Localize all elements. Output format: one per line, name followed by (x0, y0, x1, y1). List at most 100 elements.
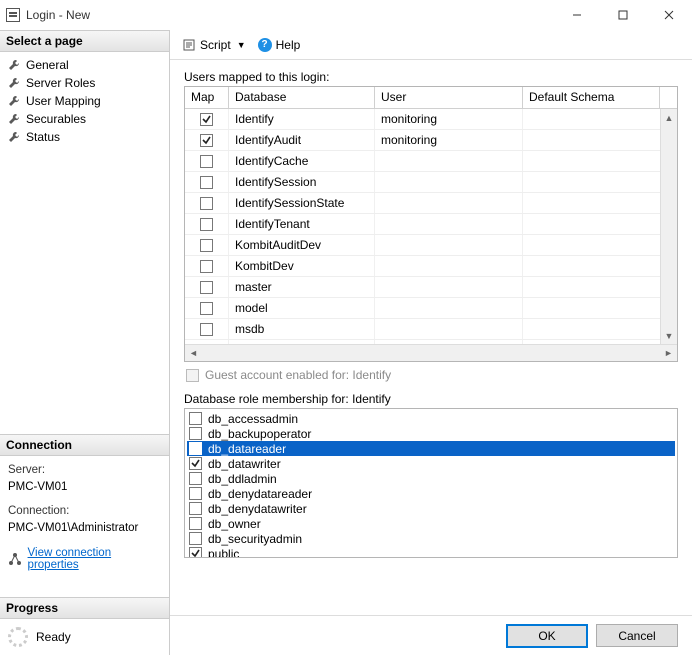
map-checkbox[interactable] (200, 239, 213, 252)
map-checkbox[interactable] (200, 197, 213, 210)
cell-database: KombitDev (229, 256, 375, 276)
view-connection-properties[interactable]: View connection properties (0, 543, 169, 579)
ok-button[interactable]: OK (506, 624, 588, 648)
map-checkbox[interactable] (200, 134, 213, 147)
connection-header: Connection (0, 434, 169, 456)
col-schema[interactable]: Default Schema (523, 87, 660, 108)
role-item-db_denydatawriter[interactable]: db_denydatawriter (187, 501, 675, 516)
table-row[interactable]: IdentifyAuditmonitoring (185, 130, 677, 151)
select-page-header: Select a page (0, 30, 169, 52)
role-checkbox[interactable] (189, 457, 202, 470)
table-row[interactable]: IdentifySessionState (185, 193, 677, 214)
table-row[interactable]: msdb (185, 319, 677, 340)
page-label: Server Roles (26, 76, 95, 90)
role-item-public[interactable]: public (187, 546, 675, 558)
role-item-db_datawriter[interactable]: db_datawriter (187, 456, 675, 471)
table-row[interactable]: KombitDev (185, 256, 677, 277)
maximize-button[interactable] (600, 0, 646, 30)
role-checkbox[interactable] (189, 412, 202, 425)
col-database[interactable]: Database (229, 87, 375, 108)
page-item-general[interactable]: General (0, 56, 169, 74)
table-row[interactable]: KombitAuditDev (185, 235, 677, 256)
guest-checkbox (186, 369, 199, 382)
vertical-scrollbar[interactable]: ▲ ▼ (660, 109, 677, 344)
col-map[interactable]: Map (185, 87, 229, 108)
role-item-db_owner[interactable]: db_owner (187, 516, 675, 531)
role-item-db_ddladmin[interactable]: db_ddladmin (187, 471, 675, 486)
map-checkbox[interactable] (200, 281, 213, 294)
cancel-button[interactable]: Cancel (596, 624, 678, 647)
horizontal-scrollbar[interactable]: ◄ ► (185, 344, 677, 361)
role-item-db_accessadmin[interactable]: db_accessadmin (187, 411, 675, 426)
table-row[interactable]: master (185, 277, 677, 298)
server-label: Server: (8, 462, 161, 479)
grid-body: IdentifymonitoringIdentifyAuditmonitorin… (185, 109, 677, 361)
role-checkbox[interactable] (189, 442, 202, 455)
cell-user (375, 193, 523, 213)
left-panel: Select a page General Server Roles User Ma… (0, 30, 170, 655)
role-item-db_datareader[interactable]: db_datareader (187, 441, 675, 456)
cell-schema (523, 277, 677, 297)
page-label: General (26, 58, 69, 72)
role-item-db_securityadmin[interactable]: db_securityadmin (187, 531, 675, 546)
map-checkbox[interactable] (200, 218, 213, 231)
view-connection-link[interactable]: View connection properties (28, 547, 161, 571)
table-row[interactable]: IdentifySession (185, 172, 677, 193)
cell-schema (523, 298, 677, 318)
role-checkbox[interactable] (189, 487, 202, 500)
right-panel: Script ▼ ? Help Users mapped to this log… (170, 30, 692, 655)
cell-schema (523, 319, 677, 339)
col-scroll-spacer (660, 87, 677, 108)
role-checkbox[interactable] (189, 502, 202, 515)
role-checkbox[interactable] (189, 472, 202, 485)
cell-user: monitoring (375, 130, 523, 150)
page-item-status[interactable]: Status (0, 128, 169, 146)
scroll-down-icon[interactable]: ▼ (661, 327, 677, 344)
map-checkbox[interactable] (200, 113, 213, 126)
dropdown-caret-icon[interactable]: ▼ (237, 40, 246, 50)
databases-grid: Map Database User Default Schema Identif… (184, 86, 678, 362)
window-title: Login - New (26, 8, 554, 22)
page-label: Status (26, 130, 60, 144)
page-item-securables[interactable]: Securables (0, 110, 169, 128)
page-item-server-roles[interactable]: Server Roles (0, 74, 169, 92)
scroll-left-icon[interactable]: ◄ (185, 345, 202, 361)
script-button[interactable]: Script ▼ (178, 36, 250, 54)
col-user[interactable]: User (375, 87, 523, 108)
role-label: db_datawriter (208, 457, 281, 471)
table-row[interactable]: model (185, 298, 677, 319)
role-item-db_backupoperator[interactable]: db_backupoperator (187, 426, 675, 441)
map-checkbox[interactable] (200, 260, 213, 273)
roles-label: Database role membership for: Identify (184, 392, 678, 406)
table-row[interactable]: IdentifyCache (185, 151, 677, 172)
network-icon (8, 552, 22, 566)
close-icon (664, 10, 674, 20)
table-row[interactable]: IdentifyTenant (185, 214, 677, 235)
map-checkbox[interactable] (200, 323, 213, 336)
role-checkbox[interactable] (189, 517, 202, 530)
role-checkbox[interactable] (189, 532, 202, 545)
role-checkbox[interactable] (189, 547, 202, 558)
cell-schema (523, 109, 677, 129)
close-button[interactable] (646, 0, 692, 30)
scroll-up-icon[interactable]: ▲ (661, 109, 677, 126)
cell-user (375, 256, 523, 276)
progress-header: Progress (0, 597, 169, 619)
role-label: db_denydatareader (208, 487, 312, 501)
cell-user (375, 298, 523, 318)
help-button[interactable]: ? Help (254, 36, 305, 54)
role-checkbox[interactable] (189, 427, 202, 440)
scroll-right-icon[interactable]: ► (660, 345, 677, 361)
cell-database: IdentifySession (229, 172, 375, 192)
map-checkbox[interactable] (200, 155, 213, 168)
users-mapped-label: Users mapped to this login: (184, 70, 678, 84)
cell-schema (523, 235, 677, 255)
map-checkbox[interactable] (200, 302, 213, 315)
progress-spinner-icon (8, 627, 28, 647)
minimize-button[interactable] (554, 0, 600, 30)
dialog-footer: OK Cancel (170, 615, 692, 655)
page-item-user-mapping[interactable]: User Mapping (0, 92, 169, 110)
table-row[interactable]: Identifymonitoring (185, 109, 677, 130)
role-item-db_denydatareader[interactable]: db_denydatareader (187, 486, 675, 501)
map-checkbox[interactable] (200, 176, 213, 189)
